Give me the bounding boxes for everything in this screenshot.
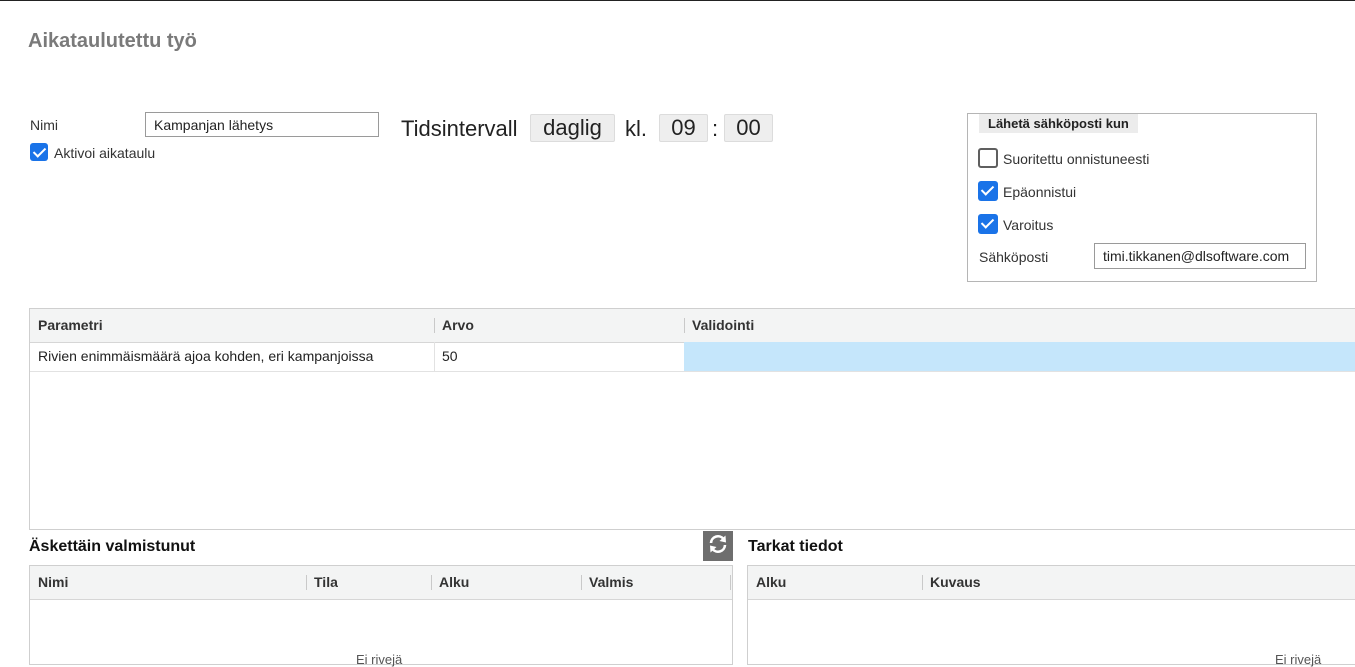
hour-input[interactable]: 09 (659, 114, 708, 142)
activate-schedule-checkbox[interactable] (30, 143, 48, 161)
activate-schedule-label: Aktivoi aikataulu (54, 145, 156, 161)
time-label: kl. (625, 116, 647, 141)
column-separator[interactable] (434, 318, 435, 333)
column-header-status[interactable]: Tila (314, 566, 338, 599)
frequency-select[interactable]: daglig (530, 114, 615, 142)
details-header: Alku Kuvaus (748, 566, 1355, 600)
recent-jobs-header: Nimi Tila Alku Valmis (30, 566, 732, 600)
column-separator[interactable] (730, 575, 731, 590)
recent-section-title: Äskettäin valmistunut (29, 538, 196, 555)
column-header-start[interactable]: Alku (439, 566, 469, 599)
refresh-button[interactable] (703, 531, 733, 561)
name-label: Nimi (30, 117, 58, 133)
page-title: Aikataulutettu työ (28, 30, 197, 52)
table-row[interactable]: Rivien enimmäismäärä ajoa kohden, eri ka… (30, 342, 1355, 372)
parameters-grid-header: Parametri Arvo Validointi (30, 309, 1355, 343)
column-header-description[interactable]: Kuvaus (930, 566, 981, 599)
column-separator[interactable] (684, 318, 685, 333)
warning-checkbox[interactable] (978, 214, 998, 234)
parameter-cell: Rivien enimmäismäärä ajoa kohden, eri ka… (38, 348, 374, 364)
column-separator[interactable] (581, 575, 582, 590)
details-table: Alku Kuvaus Ei rivejä (747, 565, 1355, 667)
recent-empty-text: Ei rivejä (356, 652, 403, 667)
column-separator[interactable] (431, 575, 432, 590)
success-label: Suoritettu onnistuneesti (1003, 151, 1150, 167)
failure-checkbox[interactable] (978, 181, 998, 201)
email-input[interactable] (1094, 243, 1306, 269)
success-checkbox[interactable] (978, 148, 998, 168)
column-header-start[interactable]: Alku (756, 566, 786, 599)
email-group-legend: Lähetä sähköposti kun (979, 114, 1138, 133)
column-separator[interactable] (922, 575, 923, 590)
email-label: Sähköposti (979, 249, 1049, 265)
name-input[interactable] (145, 112, 379, 137)
column-header-finished[interactable]: Valmis (589, 566, 633, 599)
column-header-name[interactable]: Nimi (38, 566, 68, 599)
parameters-grid: Parametri Arvo Validointi Rivien enimmäi… (29, 308, 1355, 530)
value-cell[interactable]: 50 (442, 342, 458, 371)
cell-divider (434, 342, 435, 371)
recent-jobs-table: Nimi Tila Alku Valmis Ei rivejä (29, 565, 733, 667)
column-header-parameter[interactable]: Parametri (38, 309, 103, 342)
validation-cell (684, 342, 1355, 371)
minute-input[interactable]: 00 (724, 114, 773, 142)
column-separator[interactable] (306, 575, 307, 590)
details-empty-text: Ei rivejä (1275, 652, 1322, 667)
refresh-icon (707, 533, 729, 560)
warning-label: Varoitus (1003, 217, 1054, 233)
failure-label: Epäonnistui (1003, 184, 1077, 200)
column-header-value[interactable]: Arvo (442, 309, 474, 342)
interval-label: Tidsintervall (401, 116, 518, 141)
column-header-validation[interactable]: Validointi (692, 309, 754, 342)
time-separator: : (712, 116, 719, 141)
details-section-title: Tarkat tiedot (748, 538, 843, 555)
